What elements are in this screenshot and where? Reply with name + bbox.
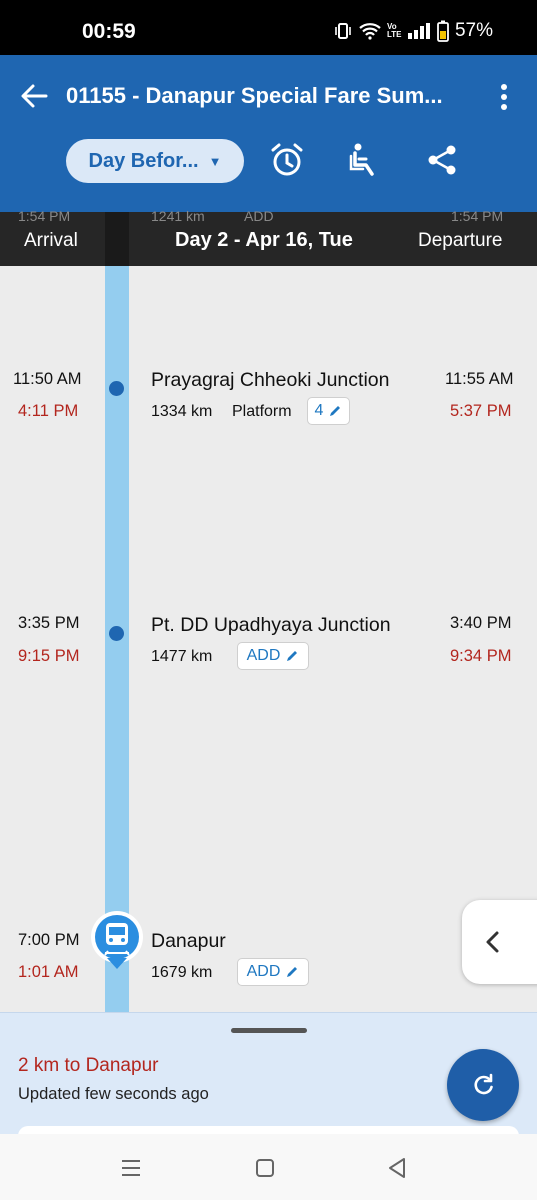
station-name: Danapur xyxy=(151,930,226,952)
back-arrow-icon[interactable] xyxy=(18,80,50,112)
actual-departure: 9:34 PM xyxy=(450,647,512,665)
sched-arrival: 3:35 PM xyxy=(18,614,80,632)
stop-dot xyxy=(109,626,124,641)
station-name: Pt. DD Upadhyaya Junction xyxy=(151,614,391,636)
signal-icon xyxy=(407,23,430,39)
prev-km: 1241 km xyxy=(151,208,205,224)
seat-icon[interactable] xyxy=(346,142,382,178)
alarm-icon[interactable] xyxy=(269,142,305,178)
more-vert-icon[interactable] xyxy=(490,81,518,113)
departure-column-label: Departure xyxy=(418,230,503,251)
refresh-button[interactable] xyxy=(447,1049,519,1121)
prev-departure: 1:54 PM xyxy=(451,208,504,224)
chevron-left-icon xyxy=(486,931,499,953)
day-header: 1:54 PM 1241 km ADD 1:54 PM Arrival Day … xyxy=(0,208,537,266)
sched-departure: 3:40 PM xyxy=(450,614,512,632)
network-type: Vo LTE xyxy=(386,22,402,39)
day-selector-dropdown[interactable]: Day Befor... ▼ xyxy=(66,139,244,183)
refresh-icon xyxy=(474,1073,493,1095)
current-train-location-icon xyxy=(91,911,143,969)
battery-icon xyxy=(437,20,449,42)
distance-km: 1477 km xyxy=(151,648,213,665)
back-nav-icon[interactable] xyxy=(385,1156,409,1180)
status-icons: Vo LTE 57% xyxy=(333,20,493,42)
actual-departure: 5:37 PM xyxy=(450,402,512,420)
add-platform-label: ADD xyxy=(246,963,281,980)
prev-arrival: 1:54 PM xyxy=(18,208,71,224)
stop-dot xyxy=(109,381,124,396)
route-track xyxy=(105,212,129,1012)
actual-arrival: 4:11 PM xyxy=(18,402,79,420)
dropdown-caret-icon: ▼ xyxy=(208,153,222,169)
last-updated-text: Updated few seconds ago xyxy=(18,1085,209,1103)
status-time: 00:59 xyxy=(82,20,136,43)
day-selector-label: Day Befor... xyxy=(88,149,199,172)
sched-departure: 11:55 AM xyxy=(445,370,514,388)
platform-number: 4 xyxy=(314,402,324,419)
edit-pencil-icon xyxy=(287,651,298,661)
bottom-sheet[interactable]: 2 km to Danapur Updated few seconds ago xyxy=(0,1012,537,1143)
recents-icon[interactable] xyxy=(119,1156,143,1180)
add-platform-chip[interactable]: ADD xyxy=(237,642,309,670)
sched-arrival: 7:00 PM xyxy=(18,931,80,949)
wifi-icon xyxy=(359,23,381,40)
arrival-column-label: Arrival xyxy=(24,230,78,251)
drag-handle[interactable] xyxy=(231,1028,307,1033)
system-nav-bar xyxy=(0,1134,537,1200)
day-label: Day 2 - Apr 16, Tue xyxy=(175,229,353,251)
distance-km: 1679 km xyxy=(151,964,213,981)
side-panel-tab[interactable] xyxy=(462,900,537,984)
battery-percent: 57% xyxy=(454,20,493,41)
station-name: Prayagraj Chheoki Junction xyxy=(151,369,390,391)
app-bar: 01155 - Danapur Special Fare Sum... Day … xyxy=(0,55,537,212)
actual-arrival: 9:15 PM xyxy=(18,647,80,665)
status-bar: 00:59 Vo LTE 57% xyxy=(0,0,537,55)
add-platform-label: ADD xyxy=(246,647,281,664)
add-platform-chip[interactable]: ADD xyxy=(237,958,309,986)
prev-add: ADD xyxy=(244,208,274,224)
home-icon[interactable] xyxy=(253,1156,277,1180)
edit-pencil-icon xyxy=(287,967,298,977)
platform-label: Platform xyxy=(232,403,292,420)
vibrate-icon xyxy=(335,23,351,39)
edit-pencil-icon xyxy=(330,406,341,416)
train-title: 01155 - Danapur Special Fare Sum... xyxy=(66,83,443,108)
share-icon[interactable] xyxy=(424,142,460,178)
distance-km: 1334 km xyxy=(151,403,213,420)
sched-arrival: 11:50 AM xyxy=(13,370,82,388)
platform-chip[interactable]: 4 xyxy=(307,397,350,425)
track-header-segment xyxy=(105,212,129,266)
distance-to-station: 2 km to Danapur xyxy=(18,1055,159,1076)
actual-arrival: 1:01 AM xyxy=(18,963,79,981)
